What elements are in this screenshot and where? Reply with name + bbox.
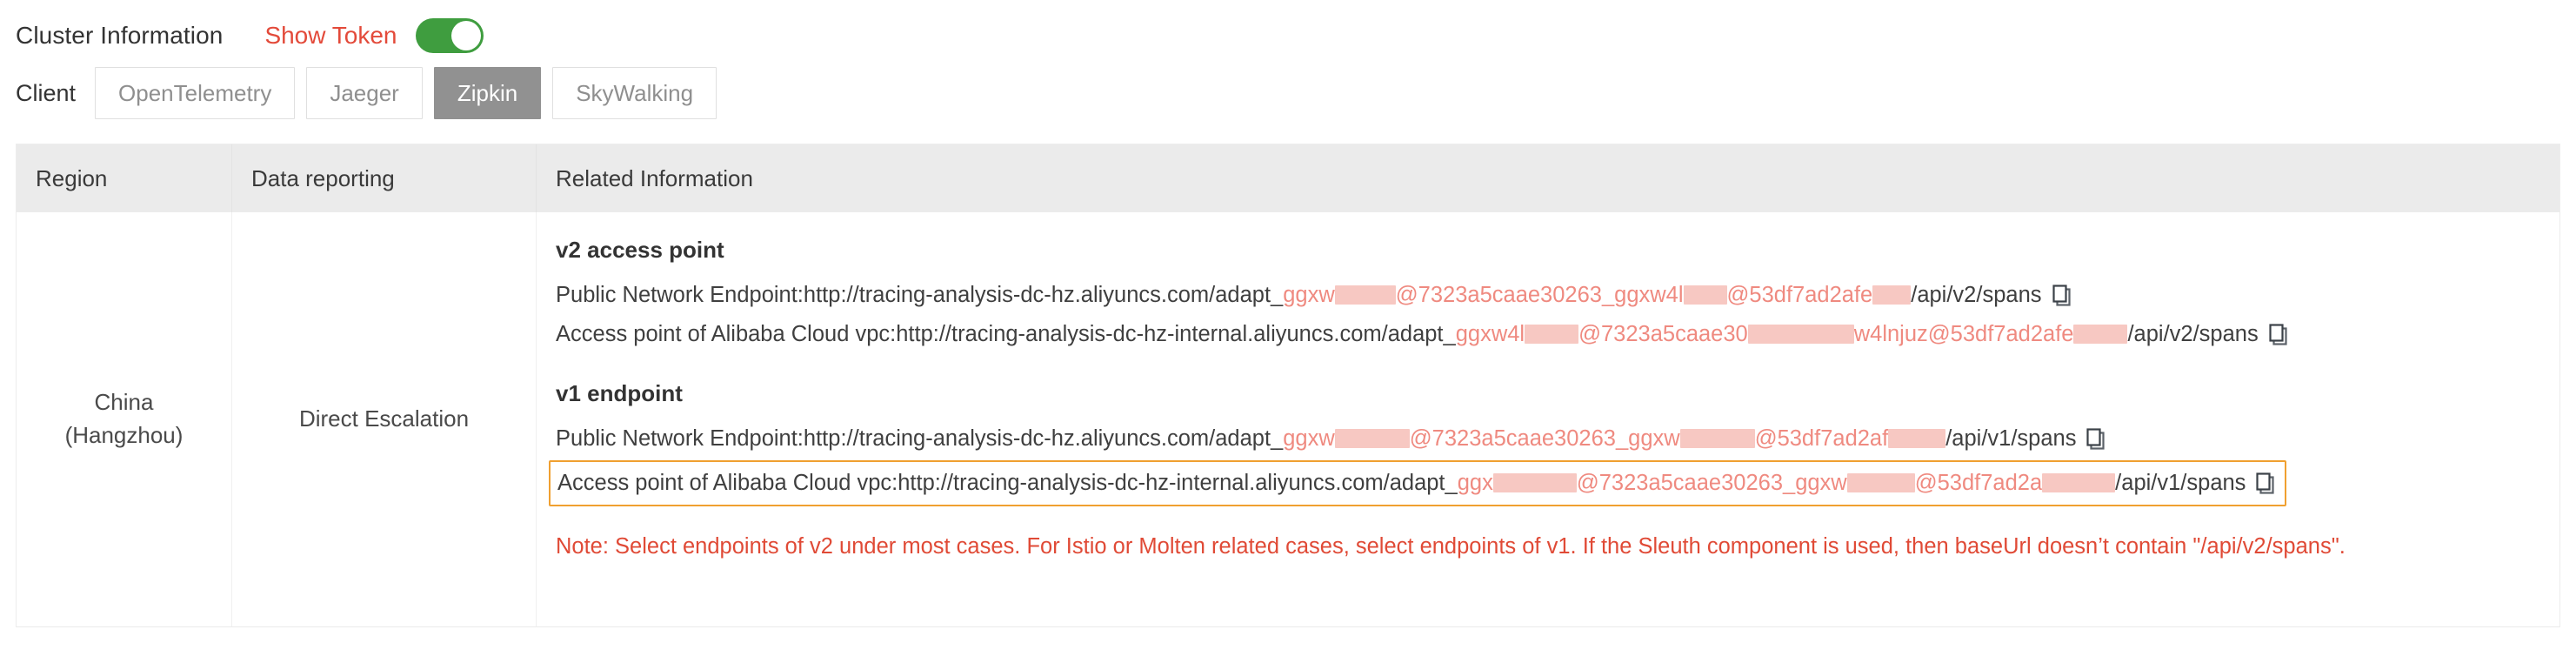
show-token-toggle[interactable] bbox=[416, 18, 484, 53]
copy-icon[interactable] bbox=[2255, 472, 2276, 495]
client-selector: Client OpenTelemetry Jaeger Zipkin SkyWa… bbox=[16, 66, 717, 120]
client-segmented-control: OpenTelemetry Jaeger Zipkin SkyWalking bbox=[95, 67, 717, 119]
redacted-token-block bbox=[2042, 472, 2116, 492]
redacted-token-block bbox=[1846, 472, 1915, 492]
client-option-opentelemetry[interactable]: OpenTelemetry bbox=[95, 67, 296, 119]
page-header: Cluster Information Show Token bbox=[16, 16, 484, 56]
redacted-token-block bbox=[2073, 324, 2128, 344]
cell-region: China (Hangzhou) bbox=[17, 212, 232, 626]
endpoint-v2-vpc[interactable]: Access point of Alibaba Cloud vpc: http:/… bbox=[556, 315, 2540, 354]
endpoint-token-part-3: w4lnjuz@53df7ad2afe bbox=[1853, 322, 2074, 347]
redacted-token-block bbox=[1683, 285, 1727, 305]
column-header-related-information: Related Information bbox=[556, 164, 753, 191]
endpoint-label: Public Network Endpoint: bbox=[556, 426, 804, 452]
client-option-zipkin[interactable]: Zipkin bbox=[433, 67, 542, 119]
copy-icon[interactable] bbox=[2052, 284, 2072, 307]
copy-icon[interactable] bbox=[2268, 324, 2289, 346]
endpoint-v1-vpc[interactable]: Access point of Alibaba Cloud vpc: http:/… bbox=[549, 460, 2287, 507]
endpoint-token-part-1: ggxw4l bbox=[1455, 322, 1525, 347]
endpoint-token-part-2: @7323a5caae30 bbox=[1578, 322, 1748, 347]
column-header-region: Region bbox=[17, 144, 232, 212]
cell-data-reporting: Direct Escalation bbox=[232, 212, 537, 626]
endpoint-token-part-1: ggxw bbox=[1283, 283, 1335, 307]
redacted-token-block bbox=[1872, 285, 1912, 305]
endpoint-suffix: /api/v1/spans bbox=[2115, 471, 2246, 496]
v2-group-title: v2 access point bbox=[556, 237, 724, 263]
client-label: Client bbox=[16, 79, 77, 106]
endpoint-label: Access point of Alibaba Cloud vpc: bbox=[556, 322, 897, 347]
redacted-token-block bbox=[1525, 324, 1579, 344]
column-header-data-reporting: Data reporting bbox=[232, 144, 537, 212]
endpoint-v1-public[interactable]: Public Network Endpoint: http://tracing-a… bbox=[556, 419, 2540, 459]
redacted-token-block bbox=[1747, 324, 1854, 344]
table-row: China (Hangzhou) Direct Escalation v2 ac… bbox=[17, 212, 2559, 626]
endpoint-label: Public Network Endpoint: bbox=[556, 283, 804, 307]
page-title: Cluster Information bbox=[16, 22, 224, 49]
cluster-information-page: Cluster Information Show Token Client Op… bbox=[0, 0, 2576, 663]
table-header-row: Region Data reporting Related Informatio… bbox=[17, 144, 2559, 212]
endpoint-note: Note: Select endpoints of v2 under most … bbox=[556, 534, 2346, 559]
endpoint-suffix: /api/v2/spans bbox=[1911, 283, 2042, 307]
region-line-1: China bbox=[94, 389, 154, 416]
endpoint-token-part-2: @7323a5caae30263_ggxw4l bbox=[1395, 283, 1684, 307]
redacted-token-block bbox=[1334, 428, 1410, 448]
endpoint-token-part-1: ggx bbox=[1457, 471, 1493, 496]
endpoint-token-part-3: @53df7ad2afe bbox=[1726, 283, 1873, 307]
endpoint-label: Access point of Alibaba Cloud vpc: bbox=[557, 471, 898, 496]
show-token-link[interactable]: Show Token bbox=[264, 22, 397, 50]
redacted-token-block bbox=[1492, 472, 1577, 492]
v1-group-title: v1 endpoint bbox=[556, 380, 683, 407]
endpoint-base-url: http://tracing-analysis-dc-hz-internal.a… bbox=[896, 322, 1456, 347]
endpoint-v2-public[interactable]: Public Network Endpoint: http://tracing-a… bbox=[556, 276, 2540, 315]
endpoint-token-part-1: ggxw bbox=[1283, 426, 1335, 452]
region-line-2: (Hangzhou) bbox=[64, 422, 184, 448]
redacted-token-block bbox=[1888, 428, 1946, 448]
endpoint-base-url: http://tracing-analysis-dc-hz.aliyuncs.c… bbox=[803, 283, 1284, 307]
endpoint-token-part-3: @53df7ad2af bbox=[1754, 426, 1889, 452]
redacted-token-block bbox=[1334, 285, 1396, 305]
cluster-info-table: Region Data reporting Related Informatio… bbox=[16, 144, 2560, 627]
client-option-jaeger[interactable]: Jaeger bbox=[306, 67, 423, 119]
client-option-skywalking[interactable]: SkyWalking bbox=[552, 67, 717, 119]
endpoint-suffix: /api/v1/spans bbox=[1945, 426, 2077, 452]
endpoint-base-url: http://tracing-analysis-dc-hz.aliyuncs.c… bbox=[803, 426, 1284, 452]
endpoint-base-url: http://tracing-analysis-dc-hz-internal.a… bbox=[898, 471, 1458, 496]
endpoint-token-part-3: @53df7ad2a bbox=[1914, 471, 2043, 496]
endpoint-token-part-2: @7323a5caae30263_ggxw bbox=[1576, 471, 1847, 496]
cell-related-information: v2 access point Public Network Endpoint:… bbox=[537, 212, 2559, 626]
endpoint-suffix: /api/v2/spans bbox=[2127, 322, 2259, 347]
toggle-knob bbox=[451, 21, 482, 50]
endpoint-token-part-2: @7323a5caae30263_ggxw bbox=[1409, 426, 1680, 452]
redacted-token-block bbox=[1679, 428, 1755, 448]
copy-icon[interactable] bbox=[2085, 428, 2106, 451]
